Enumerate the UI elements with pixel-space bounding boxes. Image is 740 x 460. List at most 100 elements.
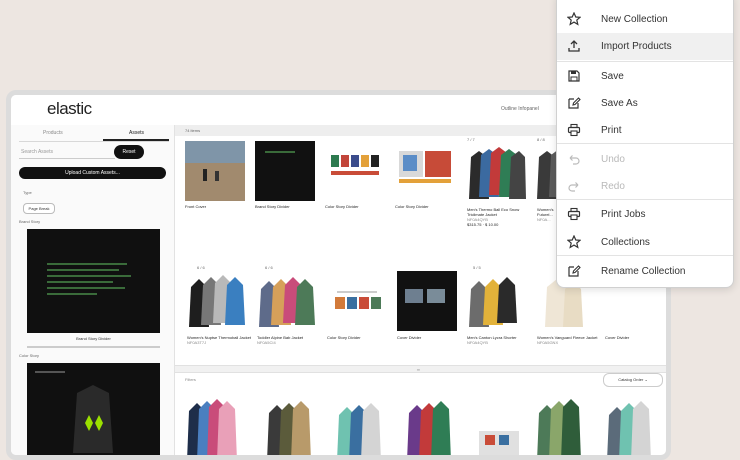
beach-photo — [185, 141, 245, 201]
menu-item-label: Rename Collection — [601, 266, 686, 277]
search-assets-input[interactable]: Search Assets — [19, 147, 115, 159]
color-story-divider-tile-2[interactable] — [395, 141, 455, 201]
items-count: 74 items — [185, 128, 201, 133]
menu-item-label: Redo — [601, 181, 625, 192]
product-caption-canton: Men's Canton Lycra Shorter NF0A4QYB — [467, 335, 531, 345]
divider-text-graphic — [265, 151, 295, 153]
edit-icon — [568, 97, 581, 109]
menu-item-label: Collections — [601, 237, 650, 248]
variant-badge: 5 / 5 — [473, 265, 481, 270]
menu-item-collections[interactable]: Collections — [557, 229, 733, 256]
product-sku: NF0A5CI4 — [257, 340, 276, 345]
color-story-thumbnail[interactable] — [27, 363, 160, 455]
upload-icon — [568, 40, 580, 52]
menu-item-label: Save As — [601, 98, 638, 109]
color-story-divider-tile-3[interactable] — [327, 271, 387, 331]
menu-item-label: Print Jobs — [601, 209, 646, 220]
menu-item-label: New Collection — [601, 14, 668, 25]
menu-item-save-as[interactable]: Save As — [557, 90, 733, 117]
jackets-graphic — [469, 147, 526, 199]
variant-badge: 8 / 8 — [537, 137, 545, 142]
menu-item-label: Save — [601, 71, 624, 82]
filters-label[interactable]: Filters — [185, 377, 196, 382]
menu-item-new-collection[interactable]: New Collection — [557, 6, 733, 33]
menu-item-redo[interactable]: Redo — [557, 173, 733, 200]
menu-item-label: Import Products — [601, 41, 672, 52]
cover-graphic — [405, 289, 445, 303]
product-name: Men's Thermo Ball Eco Snow Triclimate Ja… — [467, 207, 520, 217]
header-right-text: Outline Infopanel — [501, 106, 539, 112]
upload-custom-assets-button[interactable]: Upload Custom Assets... — [19, 167, 166, 179]
product-price: $315.75 · $ 10.00 — [467, 222, 499, 227]
front-cover-tile[interactable] — [185, 141, 245, 201]
variant-badge: 6 / 6 — [197, 265, 205, 270]
brand-story-text-graphic — [47, 263, 131, 295]
jacket-graphic — [35, 371, 113, 453]
menu-item-print[interactable]: Print — [557, 117, 733, 144]
menu-item-rename-collection[interactable]: Rename Collection — [557, 258, 733, 285]
grip-icon: ═ — [417, 367, 420, 372]
file-menu: New Collection Import Products Save Save… — [556, 0, 734, 288]
color-divider-caption-2: Color Story Divider — [395, 204, 429, 209]
product-sku: NF0A4QYB — [467, 340, 488, 345]
menu-item-print-jobs[interactable]: Print Jobs — [557, 201, 733, 228]
color-swatch-graphic — [335, 291, 381, 309]
jackets-graphic — [189, 275, 245, 327]
printer-icon — [567, 123, 581, 137]
menu-separator — [557, 61, 733, 62]
type-label: Type — [23, 190, 32, 195]
jackets-graphic — [469, 277, 517, 327]
edit-icon — [568, 265, 581, 277]
undo-icon — [569, 155, 580, 165]
product-sku: NF0A... — [537, 217, 551, 222]
menu-item-save[interactable]: Save — [557, 63, 733, 90]
brand-divider-caption: Brand Story Divider — [255, 204, 290, 209]
product-tile-nuptse[interactable] — [187, 271, 247, 331]
catalog-order-value: Catalog Order — [618, 377, 644, 382]
color-board-graphic — [399, 151, 451, 183]
menu-item-undo[interactable]: Undo — [557, 146, 733, 173]
product-tile-toddler[interactable] — [257, 271, 317, 331]
page-break-chip[interactable]: Page Break — [23, 203, 55, 214]
product-caption-nuptse: Women's Nuptse Thermoball Jacket NF0A3T7… — [187, 335, 251, 345]
product-tile-thermoball[interactable] — [467, 143, 527, 203]
color-divider-caption-1: Color Story Divider — [325, 204, 359, 209]
cover-divider-caption-2: Cover Divider — [605, 335, 630, 340]
product-sku: NF0A3T7J — [187, 340, 207, 345]
brand-story-divider-caption: Brand Story Divider — [76, 336, 111, 341]
color-story-label: Color Story — [19, 353, 40, 358]
menu-item-import-products[interactable]: Import Products — [557, 33, 733, 60]
save-icon — [568, 70, 580, 82]
printer-icon — [567, 207, 581, 221]
product-caption-vanguard: Women's Vanguard Fleece Jacket NF0A5GNX — [537, 335, 601, 345]
tab-assets[interactable]: Assets — [129, 130, 144, 136]
left-panel: Products Assets Search Assets Reset Uplo… — [11, 125, 175, 455]
star-icon — [567, 235, 581, 249]
menu-item-label: Undo — [601, 154, 625, 165]
brand-story-divider-tile[interactable] — [255, 141, 315, 201]
brand-story-divider-thumbnail[interactable] — [27, 229, 160, 333]
product-tile-canton[interactable] — [467, 271, 527, 331]
product-caption-toddler: Toddler Alpine Bab Jacket NF0A5CI4 — [257, 335, 321, 345]
color-story-divider-tile-1[interactable] — [325, 141, 385, 201]
tab-products[interactable]: Products — [43, 130, 63, 136]
product-name: Women's Futurel... — [537, 207, 554, 217]
menu-separator — [557, 255, 733, 256]
active-tab-indicator — [103, 139, 169, 141]
reset-button[interactable]: Reset — [114, 145, 144, 159]
panel-tabs: Products Assets — [19, 129, 169, 142]
color-divider-caption-3: Color Story Divider — [327, 335, 361, 340]
redo-icon — [568, 182, 579, 192]
cover-divider-caption-1: Cover Divider — [397, 335, 422, 340]
menu-item-label: Print — [601, 125, 622, 136]
pane-resize-handle[interactable]: ═ — [175, 365, 666, 373]
variant-badge: 6 / 6 — [265, 265, 273, 270]
product-caption-thermoball: Men's Thermo Ball Eco Snow Triclimate Ja… — [467, 207, 531, 227]
star-icon — [567, 12, 581, 26]
asset-scroll-bar[interactable] — [27, 346, 160, 348]
catalog-order-select[interactable]: Catalog Order ⌄ — [603, 373, 663, 387]
cover-divider-tile-1[interactable] — [397, 271, 457, 331]
variant-badge: 7 / 7 — [467, 137, 475, 142]
jackets-graphic — [259, 277, 315, 327]
product-sku: NF0A5GNX — [537, 340, 559, 345]
